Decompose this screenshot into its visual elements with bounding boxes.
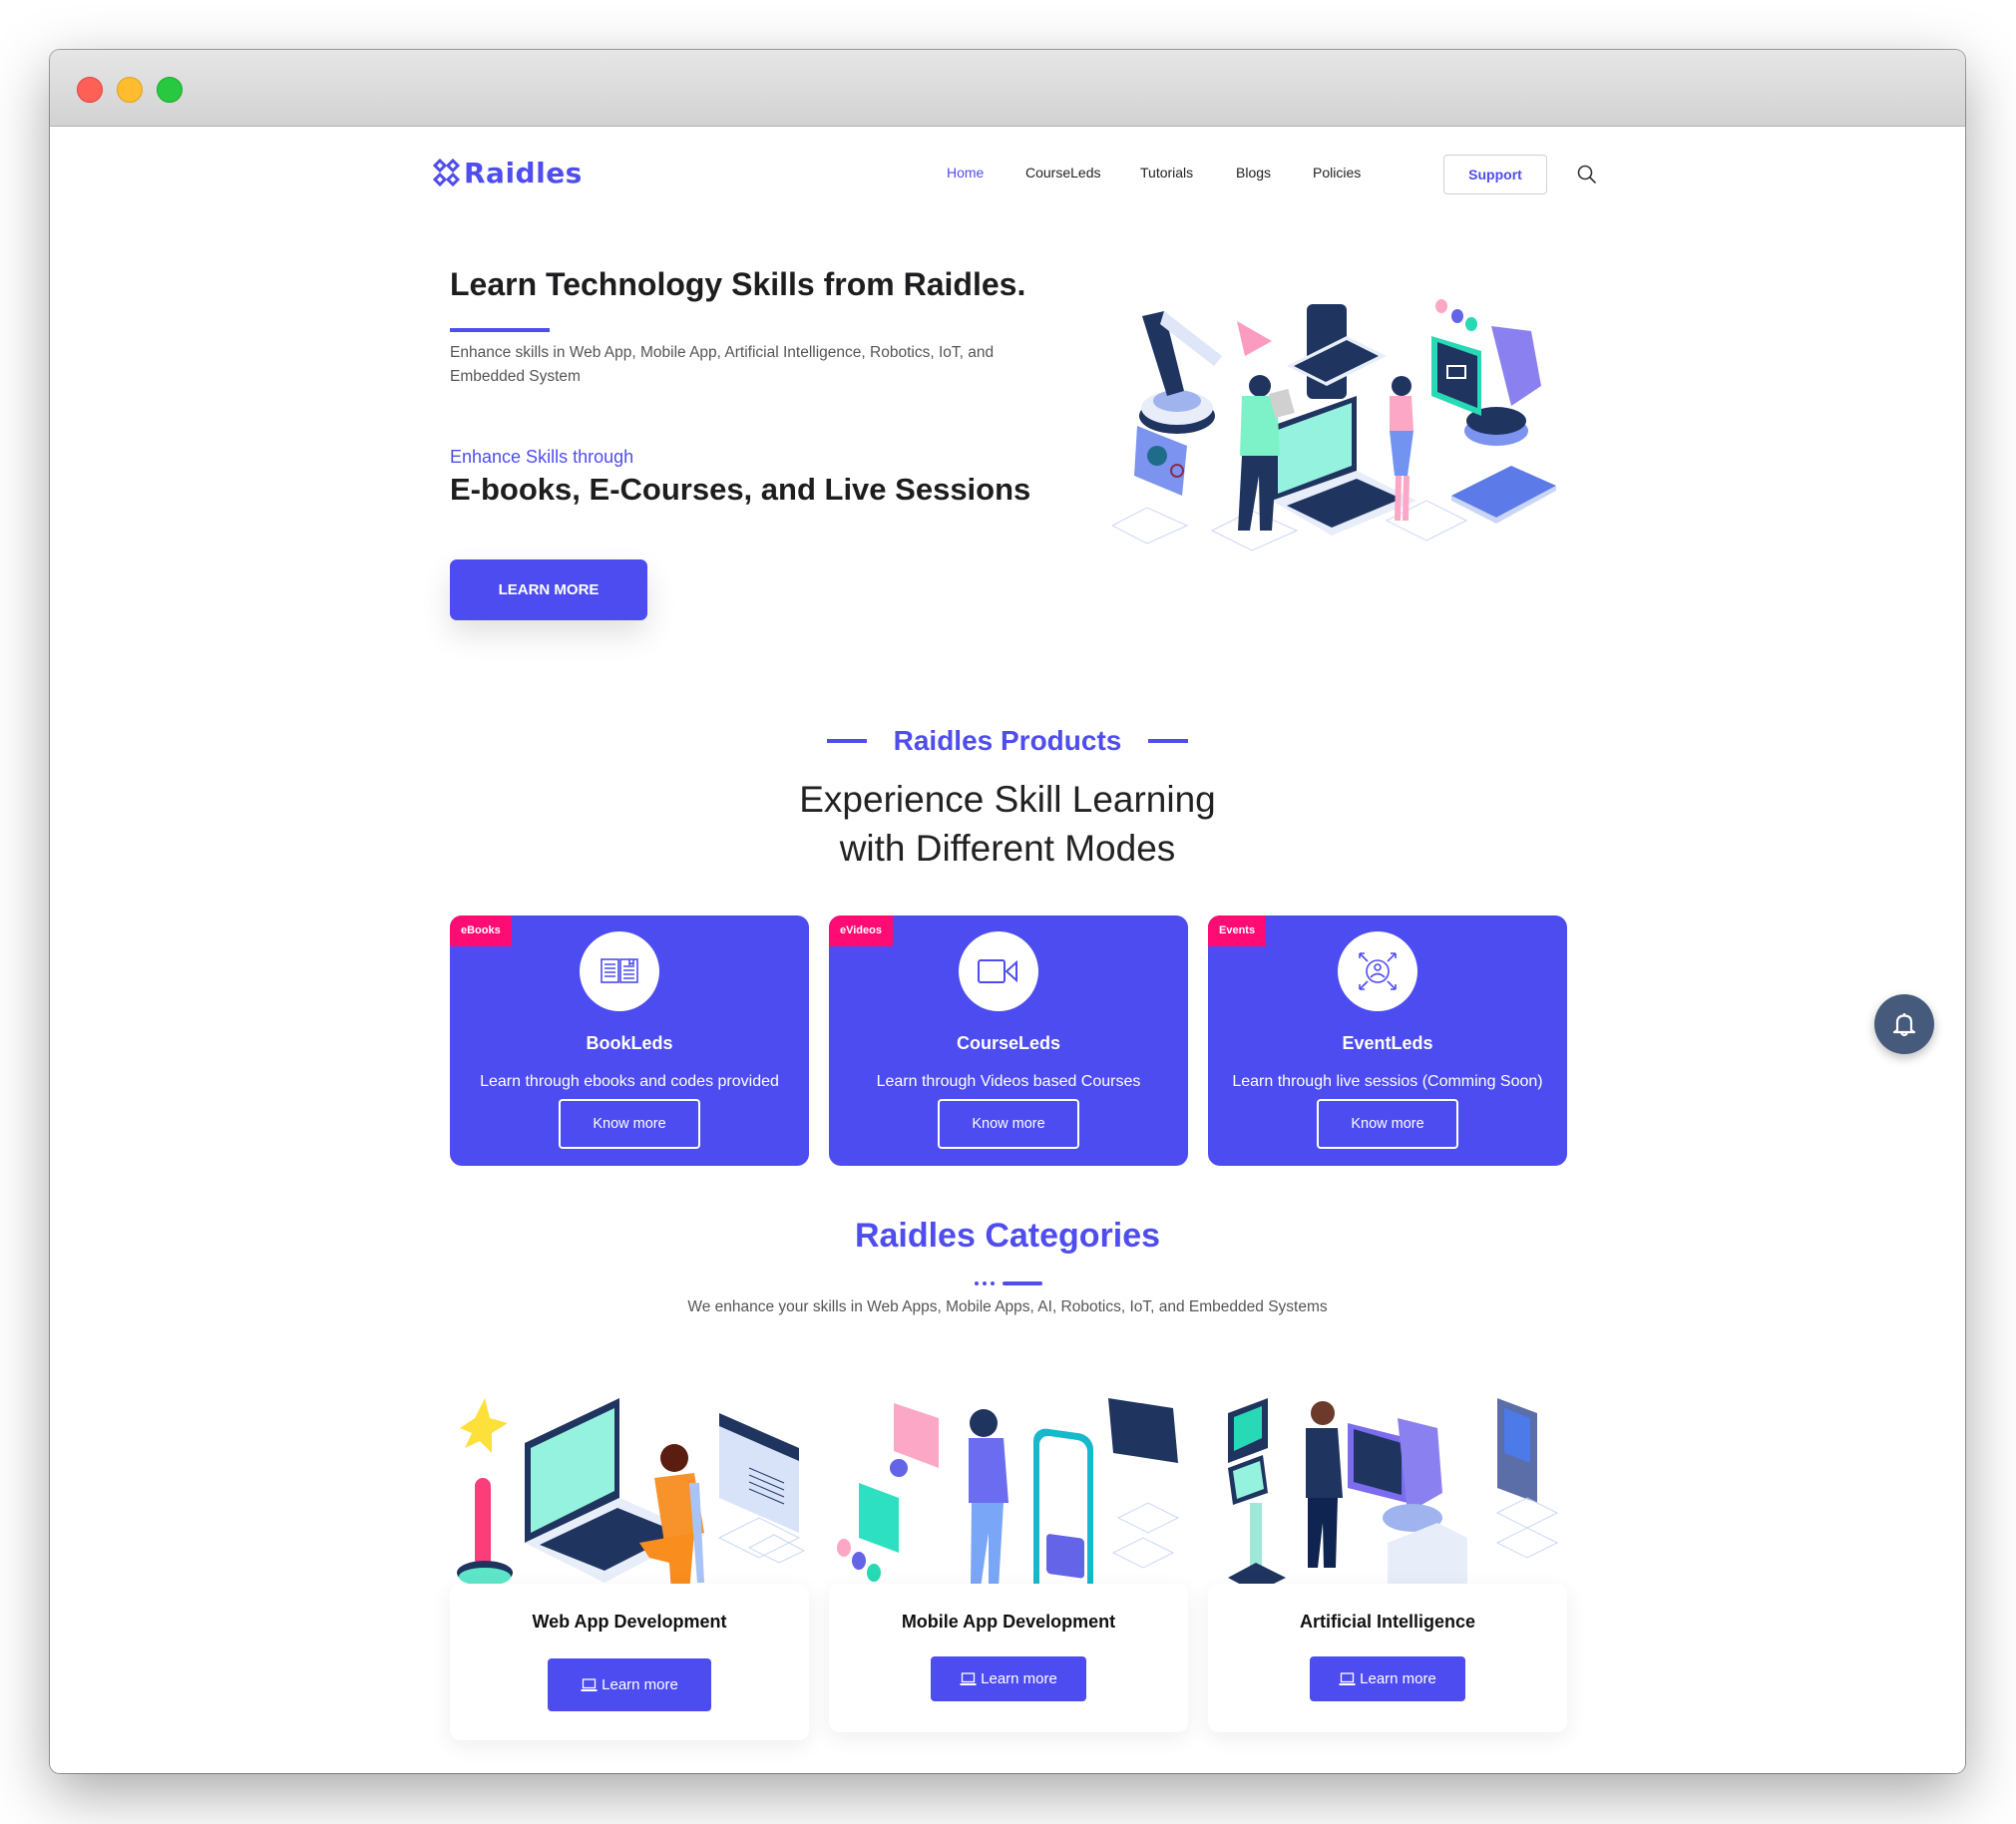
close-window-button[interactable]	[77, 77, 103, 103]
product-name: CourseLeds	[956, 1033, 1061, 1053]
category-name: Mobile App Development	[901, 1612, 1116, 1632]
product-description: Learn through Videos based Courses	[876, 1073, 1141, 1090]
laptop-icon	[1339, 1671, 1356, 1685]
categories-subtitle: We enhance your skills in Web Apps, Mobi…	[687, 1298, 1328, 1315]
product-description: Learn through live sessios (Comming Soon…	[1232, 1073, 1543, 1090]
category-learn-more-button[interactable]: Learn more	[1310, 1656, 1465, 1701]
browser-window: Raidles Home CourseLeds Tutorials Blogs …	[50, 50, 1965, 1773]
nav-courseleds[interactable]: CourseLeds	[1025, 165, 1101, 181]
category-name: Artificial Intelligence	[1299, 1612, 1476, 1632]
product-card-eventleds: Events EventLeds Learn through live sess…	[1208, 915, 1567, 1166]
categories-divider	[975, 1280, 1054, 1286]
categories-title: Raidles Categories	[854, 1217, 1161, 1255]
category-button-label: Learn more	[602, 1676, 678, 1693]
nav-policies[interactable]: Policies	[1313, 165, 1361, 181]
site-logo[interactable]: Raidles	[432, 157, 583, 189]
product-icon-circle	[1338, 931, 1417, 1011]
nav-tutorials[interactable]: Tutorials	[1140, 165, 1193, 181]
hero-title: Learn Technology Skills from Raidles.	[450, 266, 1026, 302]
notification-bell-button[interactable]	[1874, 994, 1934, 1054]
hero-underline	[450, 328, 550, 332]
live-session-icon	[1359, 952, 1397, 990]
product-badge: eBooks	[450, 915, 512, 946]
learn-more-button[interactable]: LEARN MORE	[450, 559, 647, 620]
know-more-button[interactable]: Know more	[559, 1099, 700, 1149]
category-card-mobile-app: Mobile App Development Learn more	[829, 1584, 1188, 1732]
window-titlebar	[50, 50, 1965, 127]
hero-kicker: Enhance Skills through	[450, 447, 634, 467]
kicker-line-right	[1147, 739, 1188, 743]
products-heading-line2: with Different Modes	[839, 828, 1176, 869]
products-heading: Experience Skill Learning with Different…	[50, 775, 1965, 873]
maximize-window-button[interactable]	[157, 77, 183, 103]
products-heading-line1: Experience Skill Learning	[799, 779, 1216, 820]
search-icon[interactable]	[1576, 164, 1598, 185]
nav-blogs[interactable]: Blogs	[1236, 165, 1271, 181]
logo-diamond-icon	[432, 158, 461, 186]
product-badge: Events	[1208, 915, 1267, 946]
product-icon-circle	[580, 931, 659, 1011]
hero-subtitle: E-books, E-Courses, and Live Sessions	[450, 472, 1031, 507]
product-name: EventLeds	[1342, 1033, 1433, 1053]
hero-description: Enhance skills in Web App, Mobile App, A…	[450, 344, 995, 385]
open-book-icon	[601, 958, 638, 983]
know-more-button[interactable]: Know more	[938, 1099, 1079, 1149]
category-learn-more-button[interactable]: Learn more	[548, 1658, 711, 1711]
know-more-button[interactable]: Know more	[1317, 1099, 1458, 1149]
video-camera-icon	[978, 959, 1017, 983]
product-card-courseleds: eVideos CourseLeds Learn through Videos …	[829, 915, 1188, 1166]
product-icon-circle	[959, 931, 1038, 1011]
web-app-illustration	[457, 1398, 806, 1593]
category-button-label: Learn more	[981, 1670, 1057, 1687]
product-card-bookleds: eBooks BookLeds Learn through ebooks and…	[450, 915, 809, 1166]
nav-home[interactable]: Home	[947, 165, 984, 181]
category-button-label: Learn more	[1360, 1670, 1436, 1687]
minimize-window-button[interactable]	[117, 77, 143, 103]
product-description: Learn through ebooks and codes provided	[480, 1073, 779, 1090]
ai-illustration	[1228, 1398, 1559, 1593]
laptop-icon	[960, 1671, 977, 1685]
laptop-icon	[581, 1677, 598, 1691]
hero-illustration	[1112, 299, 1556, 551]
category-card-web-app: Web App Development Learn more	[450, 1584, 809, 1740]
bell-icon	[1892, 1013, 1916, 1037]
products-kicker-text: Raidles Products	[893, 725, 1122, 756]
product-badge: eVideos	[829, 915, 893, 946]
product-name: BookLeds	[586, 1033, 673, 1053]
products-kicker: Raidles Products	[50, 725, 1965, 757]
category-name: Web App Development	[532, 1612, 727, 1632]
web-page: Raidles Home CourseLeds Tutorials Blogs …	[50, 127, 1965, 1773]
logo-text: Raidles	[464, 157, 583, 189]
category-card-ai: Artificial Intelligence Learn more	[1208, 1584, 1567, 1732]
category-learn-more-button[interactable]: Learn more	[931, 1656, 1086, 1701]
support-button[interactable]: Support	[1443, 155, 1547, 194]
mobile-app-illustration	[837, 1398, 1180, 1593]
kicker-line-left	[827, 739, 868, 743]
